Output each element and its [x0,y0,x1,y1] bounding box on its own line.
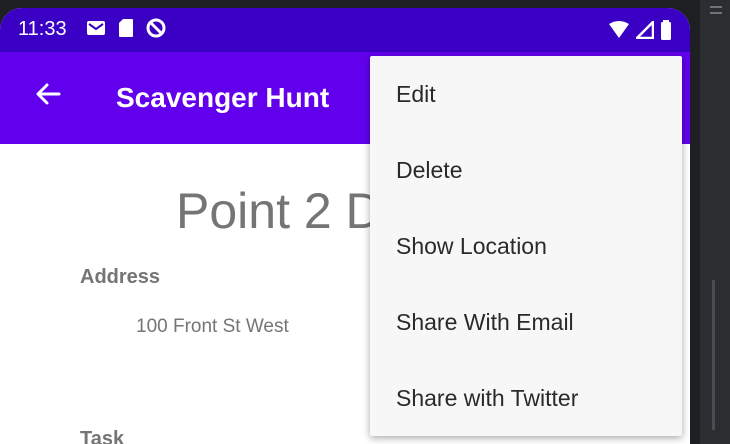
strip-scrollbar[interactable] [712,280,715,430]
address-label: Address [80,266,161,288]
strip-handle-icon-2 [710,12,722,14]
overflow-menu: Edit Delete Show Location Share With Ema… [370,56,682,436]
menu-item-edit[interactable]: Edit [370,56,682,132]
wifi-icon [608,21,630,44]
point-title: Point 2 D [176,183,382,239]
menu-item-delete[interactable]: Delete [370,132,682,208]
gmail-icon [86,19,106,42]
cell-signal-icon [633,18,655,44]
status-icons-right [608,18,672,45]
menu-item-show-location[interactable]: Show Location [370,208,682,284]
status-bar: 11:33 [0,8,690,52]
strip-handle-icon [710,6,722,8]
data-saver-icon [146,18,166,43]
app-title: Scavenger Hunt [116,82,330,113]
sd-card-icon [118,18,134,43]
menu-item-share-email[interactable]: Share With Email [370,284,682,360]
status-icons-left [86,18,166,42]
arrow-back-icon [35,81,61,112]
menu-item-share-twitter[interactable]: Share with Twitter [370,360,682,436]
status-time: 11:33 [18,18,67,40]
battery-icon [660,20,672,45]
back-button[interactable] [28,76,68,116]
task-label: Task [80,428,125,444]
emulator-side-strip [700,0,730,444]
address-value: 100 Front St West [136,316,289,337]
